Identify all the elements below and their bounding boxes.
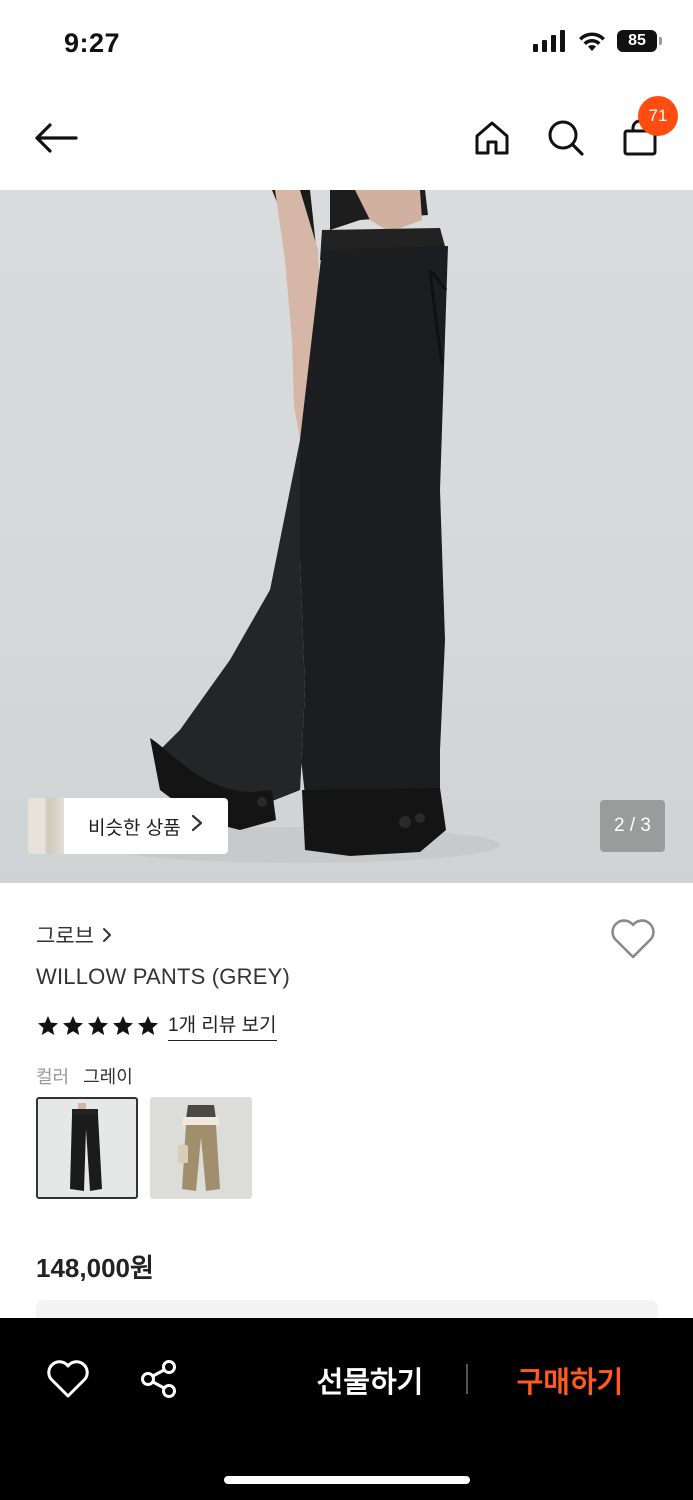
bottom-action-bar: 선물하기 구매하기	[0, 1318, 693, 1500]
color-label: 컬러	[36, 1067, 70, 1087]
heart-icon	[611, 919, 655, 959]
product-image[interactable]: 비슷한 상품 2 / 3	[0, 190, 693, 883]
buy-button[interactable]: 구매하기	[490, 1358, 650, 1402]
status-icons: 85	[533, 30, 662, 52]
home-indicator	[224, 1476, 470, 1484]
divider	[466, 1364, 468, 1394]
swatch-thumbnail	[178, 1105, 220, 1191]
wifi-icon	[579, 32, 605, 51]
similar-products-label: 비슷한 상품	[88, 817, 181, 839]
star-icon	[138, 1015, 158, 1035]
rating-row: 1개 리뷰 보기	[36, 1010, 277, 1041]
search-icon	[548, 120, 584, 156]
color-value: 그레이	[83, 1067, 133, 1087]
color-swatch-grey[interactable]	[36, 1097, 138, 1199]
product-photo	[100, 190, 500, 863]
chevron-right-icon	[102, 928, 111, 942]
status-time: 9:27	[64, 28, 121, 58]
brand-link[interactable]: 그로브	[36, 920, 112, 950]
battery-icon: 85	[617, 30, 662, 52]
similar-thumbnail	[28, 798, 64, 854]
heart-icon	[47, 1360, 89, 1398]
arrow-left-icon	[35, 123, 78, 153]
color-row: 컬러 그레이	[36, 1063, 133, 1089]
star-icon	[113, 1015, 133, 1035]
chevron-right-icon	[191, 814, 203, 838]
similar-products-button[interactable]: 비슷한 상품	[28, 798, 228, 854]
image-page-indicator: 2 / 3	[600, 800, 665, 852]
swatch-thumbnail	[70, 1103, 102, 1191]
color-swatches	[36, 1097, 252, 1199]
bottom-wishlist-button[interactable]	[46, 1358, 90, 1400]
search-button[interactable]	[540, 112, 592, 164]
home-button[interactable]	[466, 112, 518, 164]
star-icon	[88, 1015, 108, 1035]
top-nav	[0, 88, 693, 190]
review-link[interactable]: 1개 리뷰 보기	[168, 1010, 277, 1041]
cart-count-badge: 71	[638, 96, 678, 136]
wishlist-button[interactable]	[610, 918, 656, 962]
home-icon	[475, 121, 509, 155]
product-title: WILLOW PANTS (GREY)	[36, 964, 290, 989]
star-rating	[36, 1014, 160, 1038]
back-button[interactable]	[28, 114, 84, 162]
gift-button[interactable]: 선물하기	[290, 1358, 450, 1402]
color-swatch-beige[interactable]	[150, 1097, 252, 1199]
share-button[interactable]	[138, 1358, 180, 1400]
star-icon	[38, 1015, 58, 1035]
star-icon	[63, 1015, 83, 1035]
status-bar: 9:27 85	[0, 0, 693, 88]
brand-name: 그로브	[36, 925, 94, 948]
product-price: 148,000원	[36, 1253, 154, 1283]
signal-icon	[533, 30, 565, 52]
share-icon	[141, 1360, 176, 1398]
